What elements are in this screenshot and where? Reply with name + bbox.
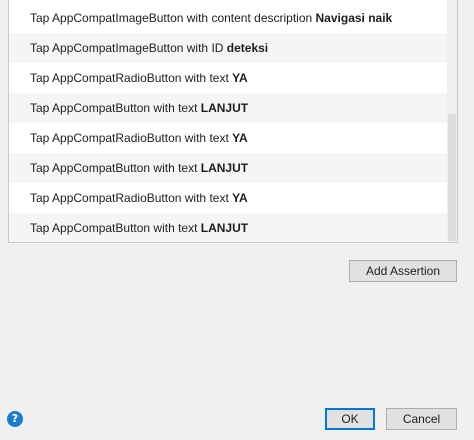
step-prefix: Tap AppCompatRadioButton with text (30, 71, 233, 85)
recorded-steps-list[interactable]: Tap AppCompatImageButton with content de… (8, 0, 458, 243)
add-assertion-button[interactable]: Add Assertion (349, 260, 457, 282)
list-item[interactable]: Tap AppCompatRadioButton with text YA (9, 123, 447, 153)
cancel-button[interactable]: Cancel (386, 408, 457, 430)
step-value: LANJUT (200, 221, 249, 235)
step-value: LANJUT (200, 161, 249, 175)
step-prefix: Tap AppCompatImageButton with ID (30, 41, 227, 55)
step-prefix: Tap AppCompatRadioButton with text (30, 191, 233, 205)
list-item[interactable]: Tap AppCompatButton with text LANJUT (9, 213, 447, 242)
step-prefix: Tap AppCompatButton with text (30, 221, 201, 235)
list-item[interactable]: Tap AppCompatRadioButton with text YA (9, 63, 447, 93)
list-item[interactable]: Tap AppCompatRadioButton with text YA (9, 183, 447, 213)
step-value: LANJUT (200, 101, 249, 115)
step-prefix: Tap AppCompatRadioButton with text (30, 131, 233, 145)
vertical-scrollbar[interactable] (447, 0, 457, 242)
list-item[interactable]: Tap AppCompatButton with text LANJUT (9, 93, 447, 123)
step-prefix: Tap AppCompatButton with text (30, 101, 201, 115)
scrollbar-thumb[interactable] (448, 114, 456, 241)
step-value: YA (232, 131, 248, 145)
ok-button[interactable]: OK (325, 408, 375, 430)
list-item[interactable]: Tap AppCompatImageButton with ID deteksi (9, 33, 447, 63)
step-prefix: Tap AppCompatImageButton with content de… (30, 11, 316, 25)
step-value: deteksi (226, 41, 269, 55)
list-item[interactable]: Tap AppCompatButton with text LANJUT (9, 153, 447, 183)
step-value: YA (232, 71, 248, 85)
step-value: Navigasi naik (315, 11, 393, 25)
recorded-steps-items: Tap AppCompatImageButton with content de… (9, 3, 447, 242)
step-prefix: Tap AppCompatButton with text (30, 161, 201, 175)
step-value: YA (232, 191, 248, 205)
help-icon[interactable]: ? (7, 411, 23, 427)
list-item[interactable]: Tap AppCompatImageButton with content de… (9, 3, 447, 33)
